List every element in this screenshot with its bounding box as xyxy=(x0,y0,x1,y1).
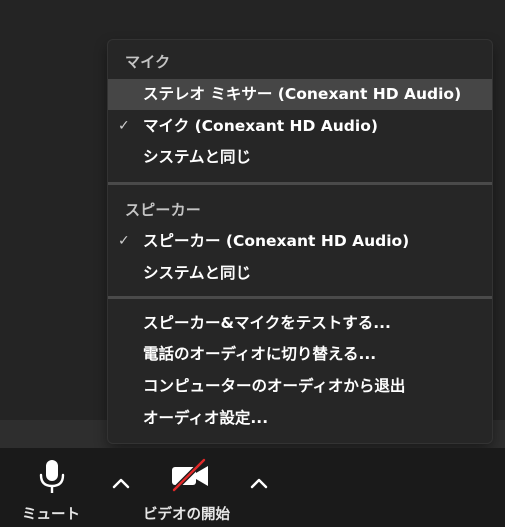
menu-item-audio-settings[interactable]: オーディオ設定... xyxy=(108,403,492,434)
video-off-icon xyxy=(172,458,208,492)
mute-label: ミュート xyxy=(22,507,80,523)
menu-item-label: コンピューターのオーディオから退出 xyxy=(143,377,406,395)
app-window: マイク ステレオ ミキサー (Conexant HD Audio) ✓ マイク … xyxy=(0,0,505,527)
menu-item-switch-to-phone-audio[interactable]: 電話のオーディオに切り替える... xyxy=(108,339,492,370)
menu-item-test-speaker-mic[interactable]: スピーカー&マイクをテストする... xyxy=(108,308,492,339)
menu-divider xyxy=(108,182,492,185)
menu-item-label: ステレオ ミキサー (Conexant HD Audio) xyxy=(143,85,462,103)
menu-item-label: スピーカー&マイクをテストする... xyxy=(143,314,391,332)
menu-item-label: 電話のオーディオに切り替える... xyxy=(143,345,377,363)
menu-header-speaker: スピーカー xyxy=(125,201,202,219)
checkmark-icon: ✓ xyxy=(118,233,130,249)
menu-item-label: マイク (Conexant HD Audio) xyxy=(143,117,378,135)
menu-divider xyxy=(108,296,492,299)
meeting-toolbar: ミュート ビデオの開始 xyxy=(0,448,505,527)
chevron-up-icon[interactable] xyxy=(109,473,133,493)
menu-item-mic-conexant[interactable]: ✓ マイク (Conexant HD Audio) xyxy=(108,111,492,142)
menu-item-label: システムと同じ xyxy=(143,264,252,282)
menu-item-label: オーディオ設定... xyxy=(143,409,269,427)
menu-item-label: スピーカー (Conexant HD Audio) xyxy=(143,232,410,250)
start-video-button[interactable]: ビデオの開始 xyxy=(140,448,242,527)
menu-item-mic-same-as-system[interactable]: システムと同じ xyxy=(108,142,492,173)
menu-item-label: システムと同じ xyxy=(143,148,252,166)
menu-item-speaker-conexant[interactable]: ✓ スピーカー (Conexant HD Audio) xyxy=(108,226,492,257)
microphone-icon xyxy=(39,460,65,493)
start-video-label: ビデオの開始 xyxy=(143,507,230,523)
menu-item-leave-computer-audio[interactable]: コンピューターのオーディオから退出 xyxy=(108,371,492,402)
menu-header-microphone: マイク xyxy=(125,53,171,71)
chevron-up-icon[interactable] xyxy=(247,473,271,493)
audio-options-menu: マイク ステレオ ミキサー (Conexant HD Audio) ✓ マイク … xyxy=(108,40,492,443)
menu-item-speaker-same-as-system[interactable]: システムと同じ xyxy=(108,258,492,289)
checkmark-icon: ✓ xyxy=(118,118,130,134)
menu-item-mic-stereo-mixer[interactable]: ステレオ ミキサー (Conexant HD Audio) xyxy=(108,79,492,110)
mute-button[interactable]: ミュート xyxy=(12,448,94,527)
